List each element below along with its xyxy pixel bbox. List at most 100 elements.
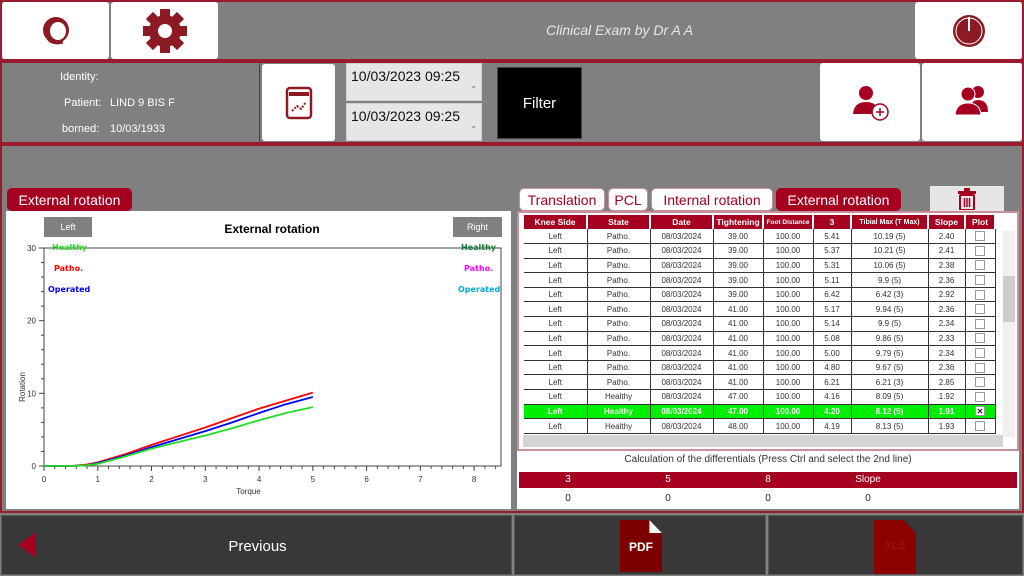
delete-button[interactable] [930,186,1004,212]
borned-label: borned: [62,123,100,135]
table-row[interactable]: Left Patho. 08/03/2024 39.00 100.00 5.31 10.06… [524,258,996,274]
column-header-plot[interactable]: Plot [965,215,996,229]
table-cell: Left [524,418,588,434]
plot-checkbox[interactable] [975,289,985,300]
table-row[interactable]: Left Patho. 08/03/2024 41.00 100.00 5.17 9.94 … [524,301,996,318]
support-button[interactable] [2,2,109,59]
column-header-slope[interactable]: Slope [928,215,966,229]
scrollbar-thumb[interactable] [1003,276,1015,322]
column-header-date[interactable]: Date [650,215,714,229]
x-tick-label: 1 [96,475,101,484]
app-title: Clinical Exam by Dr A A [546,22,694,38]
add-patient-button[interactable] [820,63,920,141]
table-cell: 6.21 [813,374,852,391]
diff-value-3: 0 [565,493,571,504]
patient-label: Patient: [64,97,102,109]
table-row[interactable]: Left Patho. 08/03/2024 39.00 100.00 5.11 9.9 (… [524,272,996,288]
table-row[interactable]: Left Patho. 08/03/2024 41.00 100.00 5.08 9.86 … [524,331,996,347]
table-cell: 5.11 [813,272,852,288]
series-line-operated [44,396,314,467]
plot-checkbox[interactable] [975,362,985,373]
export-pdf-button[interactable]: PDF [514,515,766,575]
y-tick-label: 0 [32,462,37,471]
table-cell: Left [524,374,588,391]
column-header-knee-side[interactable]: Knee Side [524,215,588,229]
filter-button[interactable]: Filter [497,67,582,139]
column-header-foot-distance[interactable]: Foot Distance [763,215,814,229]
table-cell: 08/03/2024 [650,258,714,274]
table-cell: 4.20 [813,404,852,420]
previous-label: Previous [228,538,287,555]
legend-left-patho: Patho. [54,264,84,273]
table-cell: 47.00 [713,389,764,405]
plot-cell [965,272,996,288]
table-cell: 5.17 [813,301,852,318]
table-cell: Healthy [587,418,651,434]
table-row[interactable]: Left Patho. 08/03/2024 39.00 100.00 5.37 10.21… [524,243,996,259]
previous-button[interactable]: Previous [1,515,512,575]
table-cell: 5.41 [813,229,852,245]
plot-checkbox[interactable] [975,333,985,344]
export-xls-button[interactable]: XLS [768,515,1023,575]
rotation-chart-panel: Left Right External rotation 01234567801… [6,211,511,509]
table-vertical-scrollbar[interactable] [1003,231,1015,437]
table-cell: 1.92 [928,389,966,405]
table-cell: 2.34 [928,316,966,332]
table-row[interactable]: Left Patho. 08/03/2024 41.00 100.00 5.00 9.79 … [524,345,996,361]
table-row[interactable]: Left Patho. 08/03/2024 39.00 100.00 6.42 6.42 … [524,287,996,303]
table-cell: 08/03/2024 [650,272,714,288]
date-to-value: 10/03/2023 09:25 [351,108,460,124]
table-horizontal-scrollbar[interactable] [523,435,1003,447]
plot-checkbox[interactable] [975,348,985,359]
settings-button[interactable] [111,2,218,59]
table-cell: Patho. [587,345,651,361]
diff-header-8: 8 [765,474,771,485]
power-icon [952,14,985,47]
table-cell: 100.00 [763,345,814,361]
plot-checkbox[interactable]: ✕ [975,406,985,417]
table-row[interactable]: Left Patho. 08/03/2024 41.00 100.00 5.14 9.9 (… [524,316,996,332]
plot-checkbox[interactable] [975,391,985,402]
report-button[interactable] [262,64,335,141]
table-cell: 41.00 [713,316,764,332]
table-cell: 8.09 (5) [851,389,929,405]
table-row[interactable]: Left Patho. 08/03/2024 41.00 100.00 6.21 6.21 … [524,374,996,391]
table-cell: Patho. [587,243,651,259]
column-header-tightening[interactable]: Tightening [713,215,764,229]
column-header-state[interactable]: State [587,215,651,229]
table-cell: Patho. [587,374,651,391]
plot-checkbox[interactable] [975,275,985,286]
date-to-picker[interactable]: 10/03/2023 09:25 ⌄ [346,103,482,141]
table-row[interactable]: Left Patho. 08/03/2024 41.00 100.00 4.80 9.67 … [524,360,996,376]
table-row[interactable]: Left Patho. 08/03/2024 39.00 100.00 5.41 10.19… [524,229,996,245]
power-button[interactable] [915,2,1022,59]
table-cell: 08/03/2024 [650,404,714,420]
users-icon [954,86,988,116]
table-row[interactable]: Left Healthy 08/03/2024 47.00 100.00 4.16 8.09… [524,389,996,405]
tab-translation[interactable]: Translation [519,188,605,211]
table-cell: 8.12 (5) [851,404,929,420]
column-header-tibial-max[interactable]: Tibial Max (T Max) [851,215,929,229]
patients-list-button[interactable] [922,63,1022,141]
table-cell: 5.14 [813,316,852,332]
plot-checkbox[interactable] [975,318,985,329]
column-header-3[interactable]: 3 [813,215,852,229]
plot-checkbox[interactable] [975,421,985,432]
plot-checkbox[interactable] [975,231,985,242]
table-row[interactable]: Left Healthy 08/03/2024 47.00 100.00 4.20 8.12… [524,404,996,420]
tab-pcl[interactable]: PCL [608,188,648,211]
plot-checkbox[interactable] [975,260,985,271]
date-from-picker[interactable]: 10/03/2023 09:25 ⌄ [346,63,482,101]
tab-internal-rotation[interactable]: Internal rotation [651,188,773,211]
plot-checkbox[interactable] [975,377,985,388]
table-cell: 5.00 [813,345,852,361]
plot-checkbox[interactable] [975,304,985,315]
x-tick-label: 0 [42,475,47,484]
tab-external-rotation[interactable]: External rotation [776,188,901,211]
series-line-patho [44,391,314,467]
table-cell: 5.31 [813,258,852,274]
plot-cell [965,287,996,303]
table-row[interactable]: Left Healthy 08/03/2024 48.00 100.00 4.19 8.13… [524,418,996,434]
table-cell: 8.13 (5) [851,418,929,434]
plot-checkbox[interactable] [975,245,985,256]
